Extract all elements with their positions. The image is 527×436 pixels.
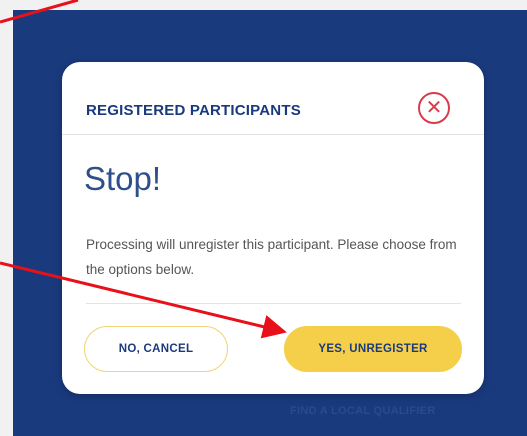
body-divider (86, 303, 461, 304)
find-local-qualifier-link[interactable]: FIND A LOCAL QUALIFIER (290, 405, 436, 417)
modal-message: Processing will unregister this particip… (86, 237, 457, 277)
modal-heading: Stop! (84, 160, 162, 197)
cancel-button[interactable]: NO, CANCEL (84, 326, 228, 372)
unregister-modal: REGISTERED PARTICIPANTS ✕ Stop! Processi… (62, 62, 484, 394)
unregister-button[interactable]: YES, UNREGISTER (284, 326, 462, 372)
close-icon[interactable]: ✕ (418, 92, 450, 124)
modal-title: REGISTERED PARTICIPANTS (86, 102, 301, 119)
header-divider (62, 134, 484, 135)
